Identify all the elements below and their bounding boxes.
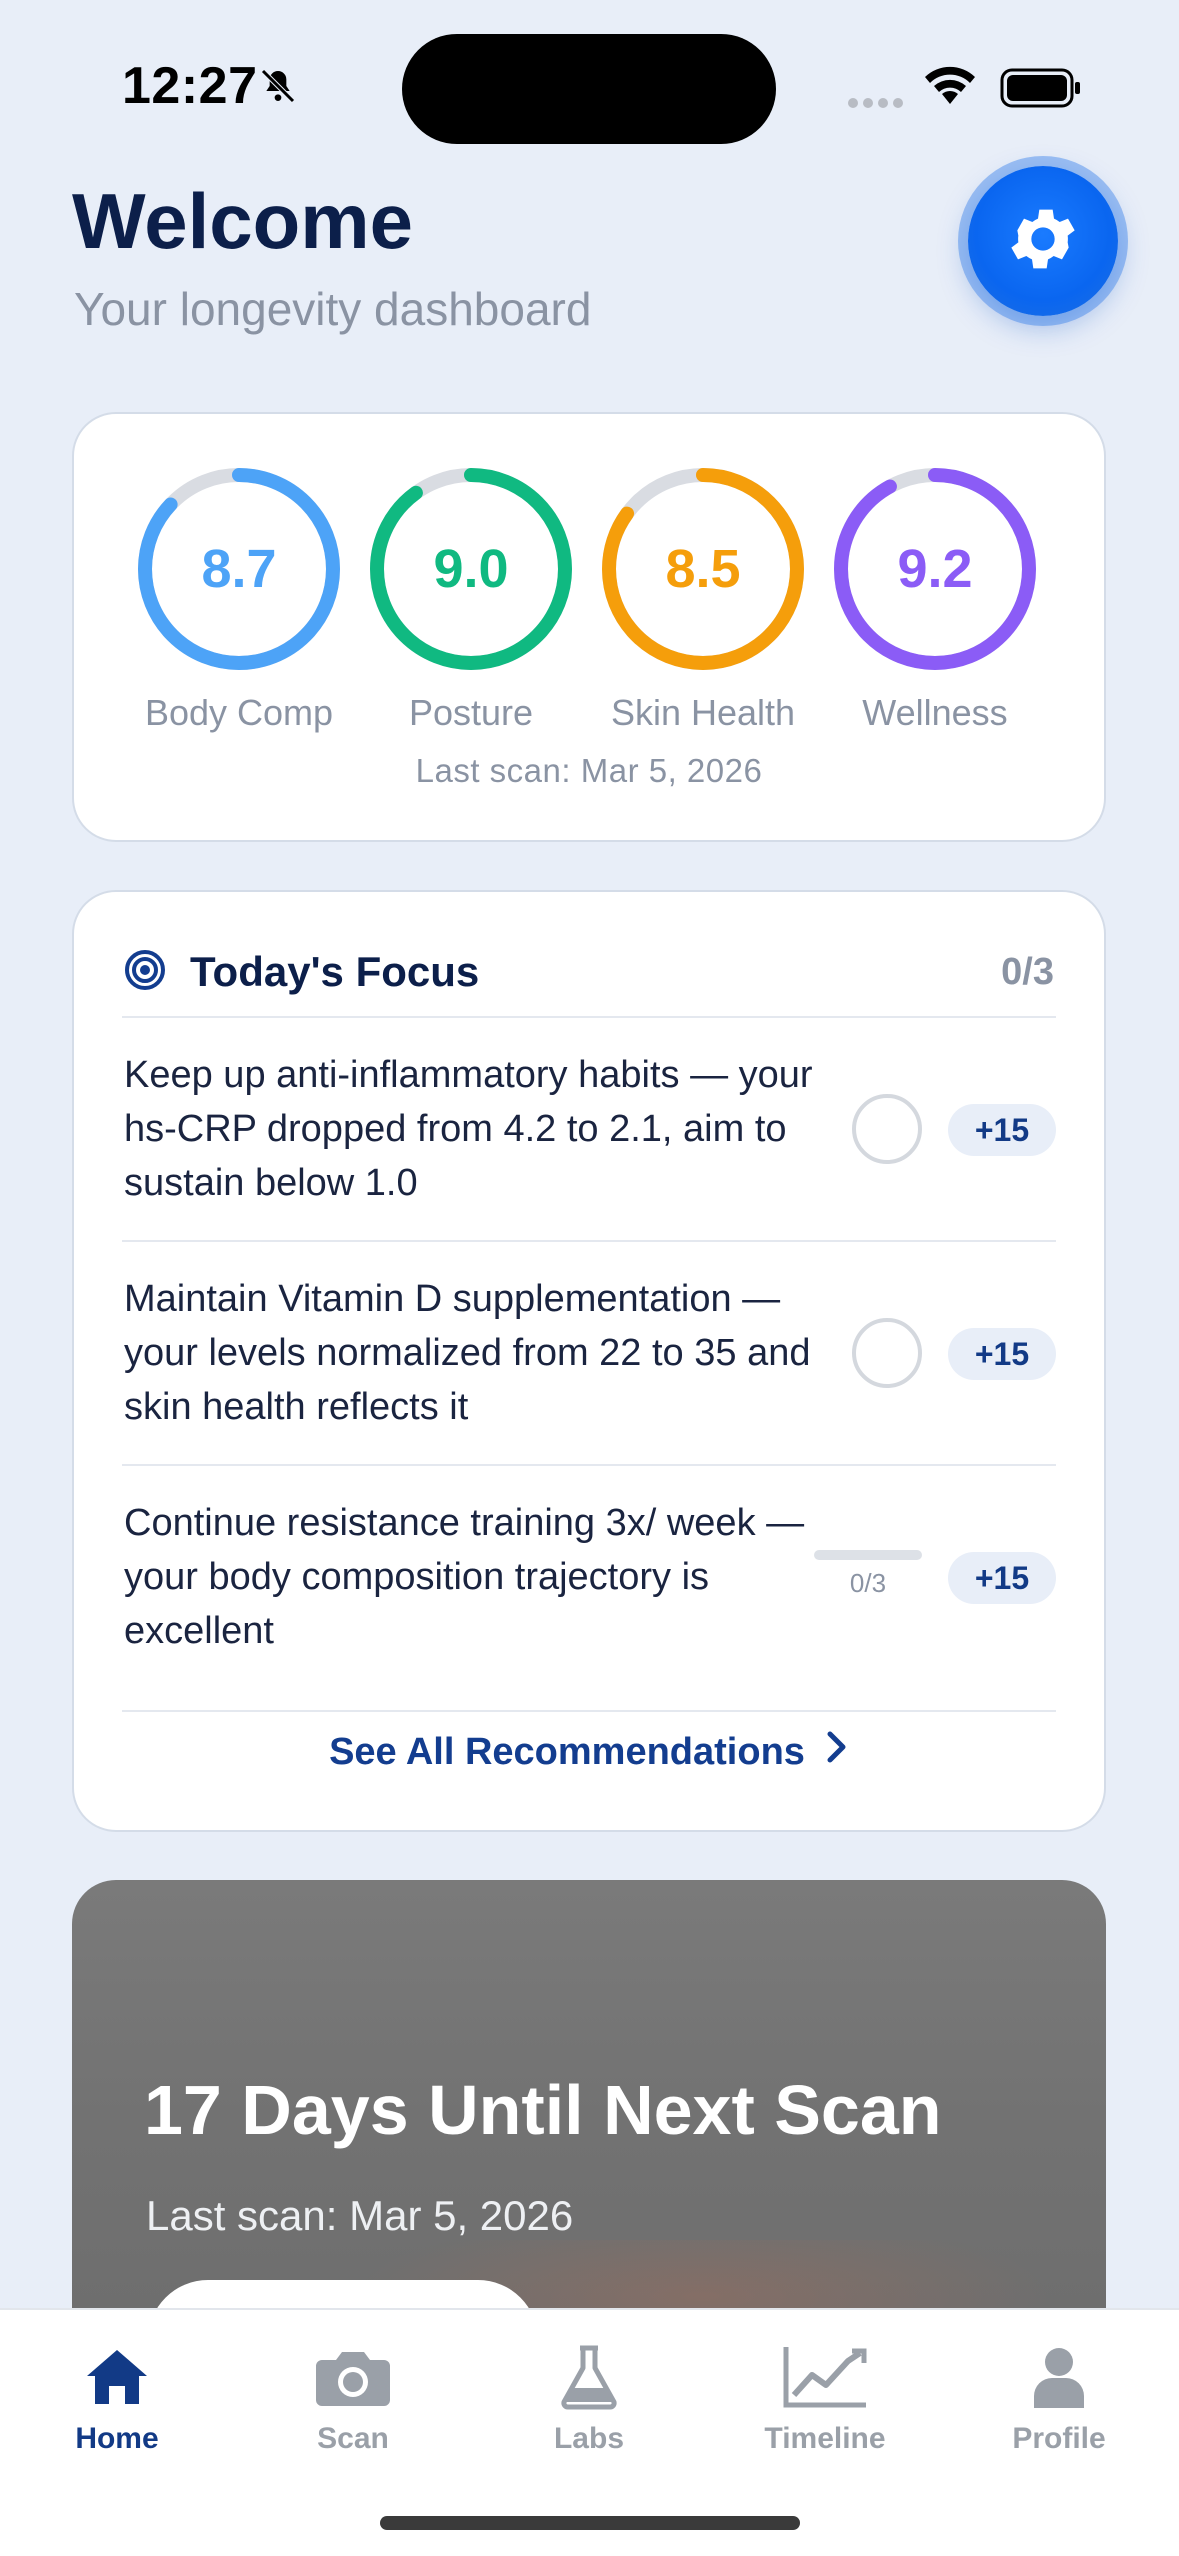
divider xyxy=(122,1710,1056,1712)
tab-label: Labs xyxy=(553,2422,625,2455)
score-label: Body Comp xyxy=(144,692,334,733)
next-scan-subtitle: Last scan: Mar 5, 2026 xyxy=(146,2192,574,2239)
settings-button[interactable] xyxy=(968,166,1118,316)
last-scan-date: Last scan: Mar 5, 2026 xyxy=(415,752,763,789)
bell-muted-icon xyxy=(258,66,298,111)
person-icon xyxy=(969,2340,1149,2414)
score-value: 8.7 xyxy=(201,539,277,599)
tab-profile[interactable]: Profile xyxy=(969,2340,1149,2456)
next-scan-title: 17 Days Until Next Scan xyxy=(144,2071,942,2149)
see-all-label: See All Recommendations xyxy=(329,1730,805,1773)
score-label: Posture xyxy=(408,692,534,733)
tab-home[interactable]: Home xyxy=(27,2340,207,2456)
progress-text: 0/3 xyxy=(849,1568,887,1598)
recommendation-text: Keep up anti-inflammatory habits — your … xyxy=(124,1054,813,1204)
points-badge: +15 xyxy=(948,1104,1056,1156)
todays-focus-card: Today's Focus 0/3 Keep up anti-inflammat… xyxy=(72,890,1106,1832)
score-value: 8.5 xyxy=(665,539,741,599)
flask-icon xyxy=(499,2340,679,2414)
recommendation-item[interactable]: Maintain Vitamin D supplementation — you… xyxy=(124,1242,1056,1464)
tab-label: Home xyxy=(75,2422,159,2455)
focus-header: Today's Focus 0/3 xyxy=(124,942,1054,1002)
recommendation-item[interactable]: Continue resistance training 3x/ week — … xyxy=(124,1466,1056,1688)
camera-icon xyxy=(263,2340,443,2414)
signal-icon xyxy=(846,96,908,115)
page-subtitle: Your longevity dashboard xyxy=(74,283,592,335)
home-icon xyxy=(27,2340,207,2414)
recommendation-item[interactable]: Keep up anti-inflammatory habits — your … xyxy=(124,1018,1056,1240)
page-title: Welcome xyxy=(72,177,414,265)
status-time: 12:27 xyxy=(122,57,258,115)
tab-label: Profile xyxy=(1012,2422,1106,2455)
wifi-icon xyxy=(922,64,978,111)
status-bar: 12:27 xyxy=(0,0,1179,150)
score-label: Skin Health xyxy=(610,692,796,733)
points-badge: +15 xyxy=(948,1328,1056,1380)
progress-indicator: 0/3 xyxy=(814,1550,922,1599)
score-wellness[interactable]: 9.2 Wellness xyxy=(830,464,1040,734)
chart-line-icon xyxy=(735,2340,915,2414)
score-value: 9.0 xyxy=(433,539,509,599)
battery-icon xyxy=(1000,68,1082,113)
score-value: 9.2 xyxy=(897,539,973,599)
score-posture[interactable]: 9.0 Posture xyxy=(366,464,576,734)
tab-label: Scan xyxy=(317,2422,389,2455)
dynamic-island xyxy=(402,34,776,144)
score-body-comp[interactable]: 8.7 Body Comp xyxy=(134,464,344,734)
target-icon xyxy=(124,949,166,996)
tab-labs[interactable]: Labs xyxy=(499,2340,679,2456)
tab-timeline[interactable]: Timeline xyxy=(735,2340,915,2456)
recommendation-text: Continue resistance training 3x/ week — … xyxy=(124,1502,805,1652)
complete-checkbox[interactable] xyxy=(852,1318,922,1388)
tab-label: Timeline xyxy=(764,2422,886,2455)
scores-card[interactable]: 8.7 Body Comp 9.0 Posture 8.5 Skin Healt… xyxy=(72,412,1106,842)
chevron-right-icon xyxy=(825,1730,849,1774)
score-label: Wellness xyxy=(862,692,1008,733)
focus-progress-count: 0/3 xyxy=(1001,950,1054,993)
home-indicator[interactable] xyxy=(380,2516,800,2530)
points-badge: +15 xyxy=(948,1552,1056,1604)
focus-title: Today's Focus xyxy=(190,948,480,995)
see-all-recommendations-link[interactable]: See All Recommendations xyxy=(74,1730,1104,1774)
recommendation-text: Maintain Vitamin D supplementation — you… xyxy=(124,1278,811,1428)
score-skin-health[interactable]: 8.5 Skin Health xyxy=(598,464,808,734)
progress-track xyxy=(814,1550,922,1560)
tab-scan[interactable]: Scan xyxy=(263,2340,443,2456)
complete-checkbox[interactable] xyxy=(852,1094,922,1164)
gear-icon xyxy=(1003,199,1083,284)
next-scan-banner[interactable]: 17 Days Until Next Scan Last scan: Mar 5… xyxy=(72,1880,1106,2320)
